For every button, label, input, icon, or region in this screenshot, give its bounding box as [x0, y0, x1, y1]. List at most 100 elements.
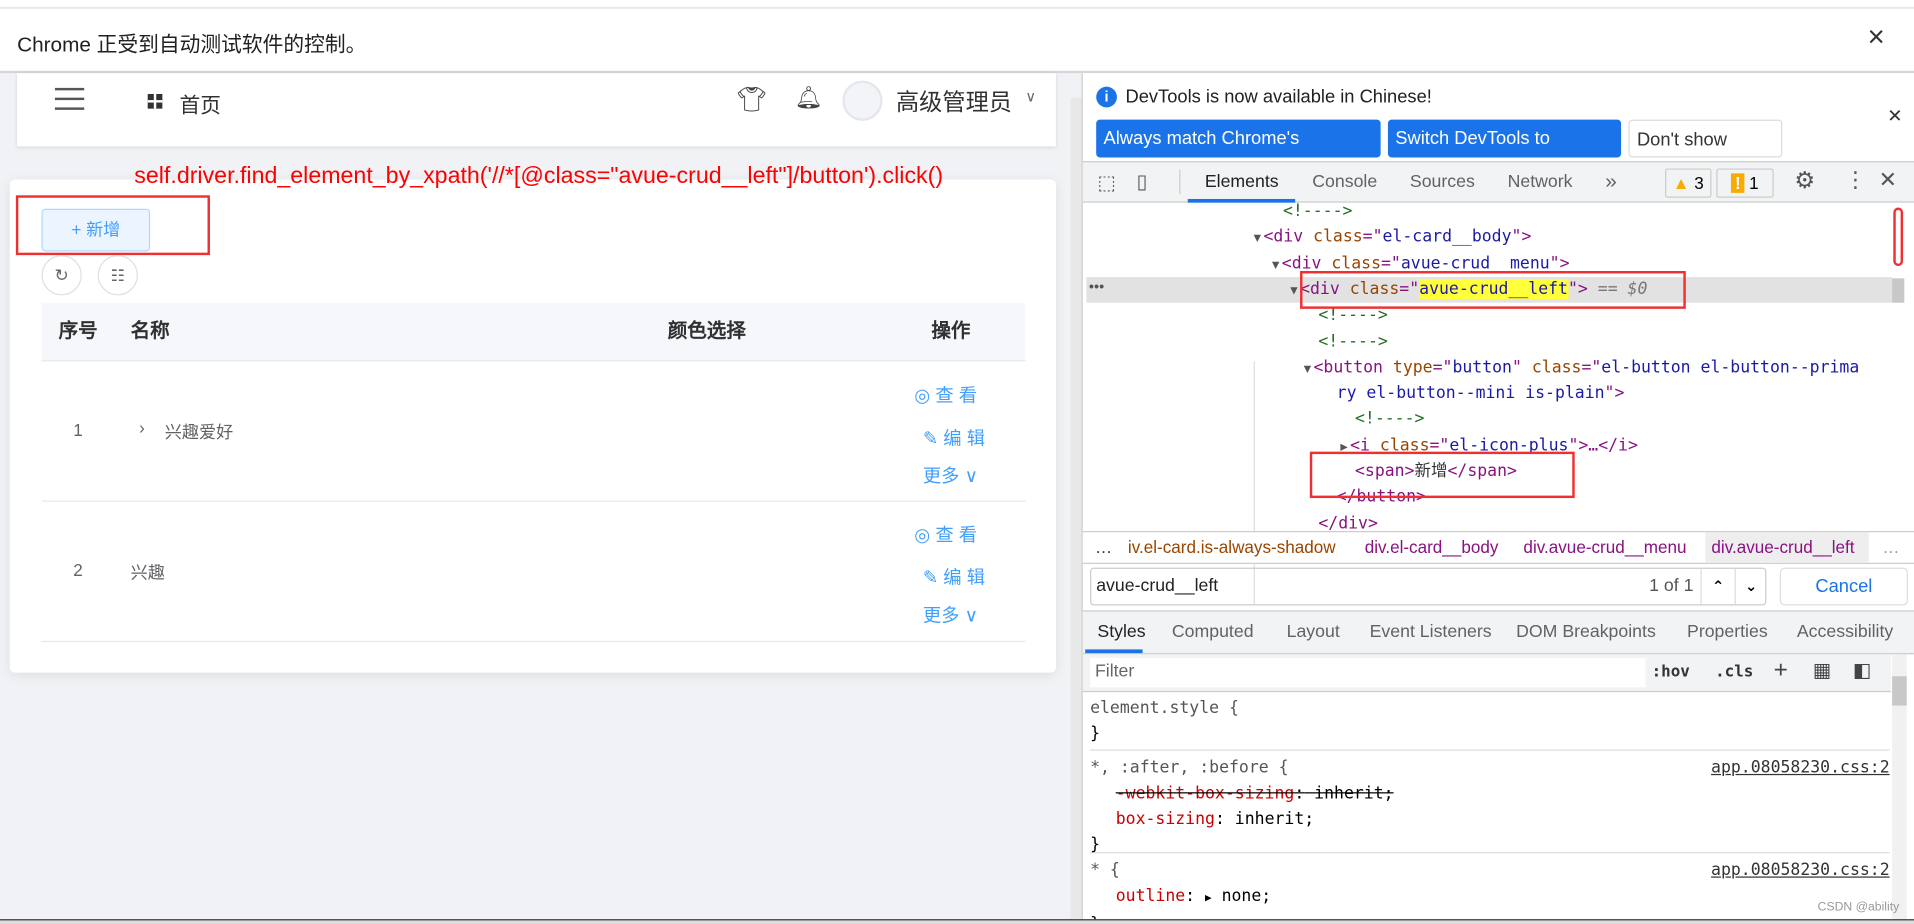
dom-node-line[interactable]: <!---->: [1355, 407, 1424, 433]
hamburger-menu-icon[interactable]: [54, 87, 85, 110]
refresh-icon[interactable]: ↻: [41, 255, 82, 296]
more-dropdown[interactable]: 更多 ∨: [923, 463, 978, 489]
dom-token: =": [1581, 357, 1602, 377]
stylesheet-link[interactable]: app.08058230.css:2: [1711, 756, 1890, 782]
styles-subtabs: Styles Computed Layout Event Listeners D…: [1082, 610, 1914, 655]
style-rule: app.08058230.css:2 *, :after, :before { …: [1090, 751, 1890, 854]
property-name[interactable]: outline: [1116, 886, 1185, 906]
errors-badge[interactable]: ! 1: [1716, 168, 1774, 198]
tab-elements[interactable]: Elements: [1205, 172, 1279, 192]
breadcrumb-item[interactable]: div.el-card__body: [1365, 532, 1499, 563]
style-rule: element.style { }: [1090, 696, 1890, 751]
close-devtools-icon[interactable]: ✕: [1879, 167, 1897, 193]
dom-token: el-card__body: [1382, 227, 1512, 247]
next-match-icon[interactable]: ⌄: [1734, 568, 1767, 605]
close-icon[interactable]: ✕: [1887, 105, 1902, 127]
dom-token: class: [1313, 227, 1363, 247]
dom-node-line[interactable]: ry el-button--mini is-plain">: [1337, 381, 1625, 407]
gear-icon[interactable]: ⚙: [1794, 167, 1815, 195]
subtab-computed[interactable]: Computed: [1172, 623, 1254, 643]
row-index: 1: [73, 419, 83, 440]
subtab-accessibility[interactable]: Accessibility: [1797, 623, 1893, 643]
new-rule-icon[interactable]: +: [1774, 657, 1788, 685]
breadcrumb-item[interactable]: iv.el-card.is-always-shadow: [1128, 532, 1336, 563]
table-row: 2 兴趣 ◎ 查 看 ✎ 编 辑 更多 ∨: [41, 502, 1026, 643]
view-label: 查 看: [935, 385, 978, 407]
styles-filter-bar: Filter :hov .cls + ▦ ◧: [1082, 654, 1891, 693]
theme-shirt-icon[interactable]: 👕︎: [736, 84, 767, 115]
row-index: 2: [73, 560, 83, 580]
highlight-box: [1309, 451, 1575, 499]
dom-node-line[interactable]: <!---->: [1283, 199, 1352, 225]
subtab-dom-breakpoints[interactable]: DOM Breakpoints: [1516, 623, 1656, 643]
edit-button[interactable]: ✎ 编 辑: [923, 564, 985, 590]
expand-triangle-icon[interactable]: ▼: [1304, 362, 1311, 375]
match-language-button[interactable]: Always match Chrome's language: [1096, 119, 1381, 187]
tab-network[interactable]: Network: [1508, 172, 1573, 192]
user-name[interactable]: 高级管理员: [896, 84, 1012, 117]
breadcrumb-item[interactable]: div.avue-crud__menu: [1523, 532, 1686, 563]
subtab-styles[interactable]: Styles: [1097, 623, 1145, 643]
dom-token: ry el-button--mini is-plain: [1336, 383, 1605, 403]
stylesheet-link[interactable]: app.08058230.css:2: [1711, 858, 1890, 884]
filter-input[interactable]: Filter: [1090, 657, 1646, 688]
column-header: 名称: [130, 321, 170, 342]
subtab-properties[interactable]: Properties: [1687, 623, 1768, 643]
top-header: 首页 👕︎ 🔔︎ 高级管理员 ∨: [17, 73, 1056, 147]
property-value[interactable]: none;: [1212, 886, 1272, 906]
expand-triangle-icon[interactable]: ▼: [1254, 232, 1261, 245]
switch-chinese-button[interactable]: Switch DevTools to Chinese: [1387, 119, 1622, 187]
dont-show-button[interactable]: Don't show again: [1628, 119, 1783, 188]
paint-brush-icon[interactable]: ▦: [1813, 658, 1831, 682]
view-button[interactable]: ◎ 查 看: [914, 382, 977, 408]
add-button[interactable]: + 新增: [41, 208, 151, 252]
dom-node-line[interactable]: ▼ <button type="button" class="el-button …: [1304, 355, 1860, 382]
tab-console[interactable]: Console: [1312, 172, 1377, 192]
dom-token: class: [1531, 357, 1582, 377]
inspect-element-icon[interactable]: ⬚: [1097, 171, 1115, 195]
toggle-sidebar-icon[interactable]: ◧: [1853, 658, 1871, 682]
subtab-event-listeners[interactable]: Event Listeners: [1370, 623, 1492, 643]
property-name[interactable]: -webkit-box-sizing: [1116, 784, 1295, 804]
dom-token: ": [1511, 357, 1532, 377]
cls-toggle[interactable]: .cls: [1715, 663, 1753, 681]
column-settings-icon[interactable]: ☷: [97, 255, 138, 296]
property-value[interactable]: inherit;: [1304, 784, 1393, 804]
expand-triangle-icon[interactable]: ▼: [1290, 284, 1297, 297]
dom-token: el-button el-button--prima: [1601, 357, 1860, 377]
dom-breadcrumb: … iv.el-card.is-always-shadow div.el-car…: [1082, 531, 1914, 564]
device-toggle-icon[interactable]: ▯: [1136, 170, 1147, 194]
expand-chevron-icon[interactable]: ›: [139, 417, 145, 437]
dom-node-line[interactable]: <!---->: [1318, 329, 1387, 355]
warning-count: 3: [1694, 173, 1704, 193]
edit-button[interactable]: ✎ 编 辑: [923, 425, 985, 451]
warnings-badge[interactable]: ▲ 3: [1665, 168, 1712, 198]
property-value[interactable]: inherit;: [1225, 809, 1314, 829]
breadcrumb-overflow[interactable]: …: [1882, 532, 1899, 563]
chevron-down-icon[interactable]: ∨: [1025, 88, 1036, 105]
edit-label: 编 辑: [943, 428, 986, 450]
tab-sources[interactable]: Sources: [1410, 172, 1475, 192]
close-icon[interactable]: ×: [1868, 21, 1885, 55]
kebab-menu-icon[interactable]: ⋮: [1844, 167, 1866, 193]
view-button[interactable]: ◎ 查 看: [914, 521, 977, 547]
previous-match-icon[interactable]: ⌃: [1700, 568, 1734, 605]
search-input[interactable]: avue-crud__left 1 of 1 ⌃ ⌄: [1090, 567, 1767, 606]
avatar[interactable]: [842, 80, 883, 121]
watermark: CSDN @ability: [1817, 900, 1900, 915]
breadcrumb-item-selected[interactable]: div.avue-crud__left: [1705, 532, 1869, 563]
breadcrumb-overflow[interactable]: …: [1095, 532, 1112, 563]
property-name[interactable]: box-sizing: [1116, 809, 1215, 829]
xpath-annotation: self.driver.find_element_by_xpath('//*[@…: [134, 163, 944, 190]
styles-scrollbar[interactable]: [1892, 654, 1907, 924]
hov-toggle[interactable]: :hov: [1652, 663, 1690, 681]
expand-triangle-icon[interactable]: ▼: [1272, 258, 1279, 271]
more-dropdown[interactable]: 更多 ∨: [923, 602, 978, 628]
dom-node-line[interactable]: ▼ <div class="el-card__body">: [1254, 225, 1532, 252]
more-tabs-icon[interactable]: »: [1605, 170, 1617, 194]
subtab-layout[interactable]: Layout: [1287, 623, 1340, 643]
breadcrumb-home[interactable]: 首页: [179, 88, 221, 119]
cancel-search-button[interactable]: Cancel: [1779, 567, 1908, 606]
bell-icon[interactable]: 🔔︎: [795, 85, 823, 111]
page-scrollbar[interactable]: [1070, 97, 1082, 924]
